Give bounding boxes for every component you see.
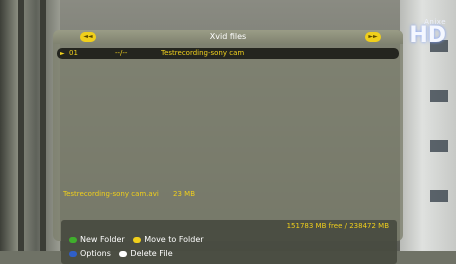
- legend-row-1: New Folder Move to Folder: [69, 235, 210, 244]
- page-right-icon[interactable]: ►►: [365, 32, 381, 42]
- channel-logo: Anixe HD: [409, 18, 446, 48]
- legend-row-2: Options Delete File: [69, 249, 179, 258]
- yellow-button-move-to-folder[interactable]: Move to Folder: [133, 235, 204, 244]
- bottom-bar: 151783 MB free / 238472 MB New Folder Mo…: [61, 220, 397, 264]
- page-left-icon[interactable]: ◄◄: [80, 32, 96, 42]
- blue-button-icon: [69, 250, 77, 257]
- storage-free-text: 151783 MB free / 238472 MB: [286, 222, 389, 230]
- green-button-new-folder[interactable]: New Folder: [69, 235, 125, 244]
- yellow-button-icon: [133, 236, 142, 243]
- xvid-files-panel: ◄◄ Xvid files ►► ► 01 --/-- Testrecordin…: [53, 30, 403, 264]
- logo-small-text: Anixe: [424, 18, 446, 26]
- list-item[interactable]: ► 01 --/-- Testrecording-sony cam: [57, 48, 399, 59]
- white-button-delete-file[interactable]: Delete File: [119, 249, 173, 258]
- selection-arrow-icon: ►: [60, 50, 65, 57]
- item-index: 01: [69, 49, 78, 57]
- selected-file-info: Testrecording-sony cam.avi 23 MB: [63, 190, 195, 198]
- green-button-icon: [69, 236, 77, 243]
- panel-title: Xvid files: [209, 32, 247, 41]
- selected-file-name: Testrecording-sony cam.avi: [63, 190, 159, 198]
- file-list: ► 01 --/-- Testrecording-sony cam: [57, 48, 399, 166]
- item-name: Testrecording-sony cam: [161, 49, 245, 57]
- selected-file-size: 23 MB: [173, 190, 196, 198]
- logo-hd-text: HD: [409, 23, 446, 48]
- white-button-icon: [119, 250, 128, 257]
- item-duration: --/--: [115, 49, 128, 57]
- blue-button-options[interactable]: Options: [69, 249, 111, 258]
- title-bar: ◄◄ Xvid files ►►: [53, 30, 403, 44]
